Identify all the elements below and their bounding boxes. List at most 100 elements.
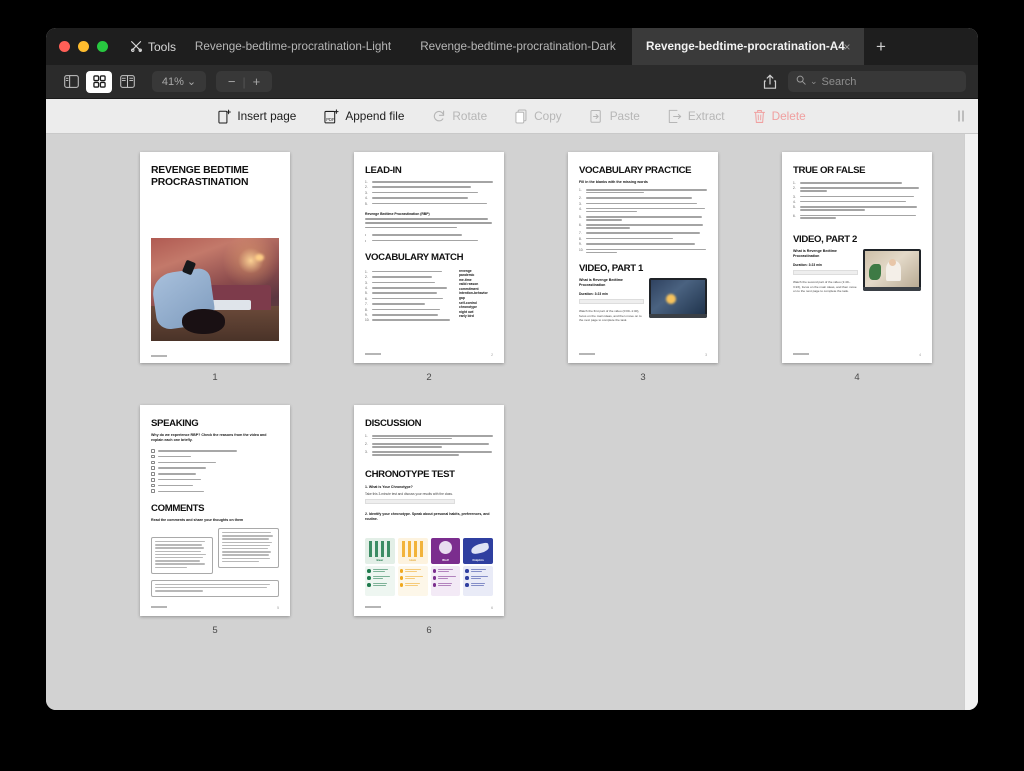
- comment-box: [151, 537, 213, 574]
- rotate-icon: [432, 109, 446, 123]
- page-thumbnail-6[interactable]: DISCUSSION 1. 2. 3. CHRONOTYPE TEST 1. W…: [354, 405, 504, 616]
- comment-box: [151, 579, 279, 598]
- tab-bar: Tools Revenge-bedtime-procratination-Lig…: [46, 28, 978, 65]
- page-thumbnail-3[interactable]: VOCABULARY PRACTICE Fill in the blanks w…: [568, 152, 718, 363]
- page-thumbnail-4[interactable]: TRUE OR FALSE 1. 2. 3. 4. 5. 6. VIDEO, P…: [782, 152, 932, 363]
- append-file-button[interactable]: PDF Append file: [310, 99, 418, 134]
- search-placeholder: Search: [821, 75, 857, 88]
- section-heading: TRUE OR FALSE: [793, 165, 866, 176]
- grid-view-icon[interactable]: [86, 70, 112, 93]
- copy-button[interactable]: Copy: [501, 99, 576, 134]
- paste-label: Paste: [609, 109, 640, 123]
- minimize-window-button[interactable]: [78, 41, 89, 52]
- extract-label: Extract: [687, 109, 725, 123]
- tools-icon: [130, 40, 143, 53]
- zoom-in-button[interactable]: +: [253, 74, 261, 89]
- app-window: Tools Revenge-bedtime-procratination-Lig…: [46, 28, 978, 710]
- page-content-6: DISCUSSION 1. 2. 3. CHRONOTYPE TEST 1. W…: [365, 418, 493, 610]
- rotate-label: Rotate: [452, 109, 488, 123]
- rotate-button[interactable]: Rotate: [418, 99, 501, 134]
- tools-button[interactable]: Tools: [124, 28, 182, 65]
- page-action-bar: Insert page PDF Append file Rotate Copy …: [46, 99, 978, 134]
- section-heading: LEAD-IN: [365, 165, 402, 176]
- search-dropdown-caret[interactable]: ⌄: [810, 76, 818, 87]
- section-heading: SPEAKING: [151, 418, 199, 429]
- copy-icon: [515, 108, 528, 124]
- tab-label: Revenge-bedtime-procratination-A4: [646, 40, 845, 53]
- video-title: What is Revenge Bedtime Procrastination: [579, 278, 623, 288]
- extract-button[interactable]: Extract: [654, 99, 739, 134]
- tab-light[interactable]: Revenge-bedtime-procratination-Light: [182, 28, 404, 65]
- page-number-label: 3: [640, 372, 646, 383]
- page-footer: 6: [365, 606, 493, 610]
- chronotype-cards: Bear Lion Wolf Dolphin: [365, 538, 493, 596]
- vertical-scrollbar[interactable]: [964, 134, 978, 710]
- page-number-label: 4: [854, 372, 860, 383]
- new-tab-button[interactable]: +: [864, 28, 898, 65]
- page-content-2: LEAD-IN 1. 2. 3. 4. 5. Revenge Bedtime P…: [365, 165, 493, 357]
- split-view-icon[interactable]: [114, 71, 140, 93]
- delete-button[interactable]: Delete: [739, 99, 820, 134]
- copy-label: Copy: [534, 109, 562, 123]
- page-cell: LEAD-IN 1. 2. 3. 4. 5. Revenge Bedtime P…: [322, 152, 536, 383]
- page-cell: SPEAKING Why do we experience RBP? Check…: [108, 405, 322, 636]
- maximize-window-button[interactable]: [97, 41, 108, 52]
- page-number-label: 5: [212, 625, 218, 636]
- page-cell: VOCABULARY PRACTICE Fill in the blanks w…: [536, 152, 750, 383]
- tab-label: Revenge-bedtime-procratination-Light: [194, 40, 392, 53]
- insert-page-label: Insert page: [237, 109, 297, 123]
- page-thumbnail-canvas[interactable]: REVENGE BEDTIME PROCRASTINATION 1 LEAD-I…: [46, 134, 978, 710]
- chevron-down-icon: ⌄: [186, 76, 197, 88]
- chronotype-label: Lion: [409, 558, 416, 562]
- traffic-lights: [46, 41, 124, 52]
- tab-label: Revenge-bedtime-procratination-Dark: [420, 40, 616, 53]
- close-icon[interactable]: ×: [840, 40, 854, 54]
- page-thumbnail-5[interactable]: SPEAKING Why do we experience RBP? Check…: [140, 405, 290, 616]
- share-icon[interactable]: [758, 71, 782, 93]
- append-file-icon: PDF: [324, 108, 339, 124]
- sub-question-1-text: Take this 3-minute test and discuss your…: [365, 492, 453, 497]
- paste-icon: [590, 109, 604, 124]
- chronotype-card-bear: Bear: [365, 538, 395, 596]
- video-thumbnail: [863, 249, 921, 292]
- video-task: Watch the second part of the video (1:40…: [793, 280, 857, 294]
- section-heading: COMMENTS: [151, 503, 205, 515]
- zoom-level-value: 41%: [161, 75, 184, 88]
- instruction-text: Why do we experience RBP? Check the reas…: [151, 433, 267, 442]
- tab-a4-active[interactable]: Revenge-bedtime-procratination-A4 ×: [632, 28, 865, 65]
- page-thumbnail-1[interactable]: REVENGE BEDTIME PROCRASTINATION: [140, 152, 290, 363]
- append-file-label: Append file: [345, 109, 405, 123]
- vocabulary-word-list: revenge pandemic me-time valid reason co…: [459, 268, 488, 319]
- sidebar-icon[interactable]: [58, 71, 84, 93]
- page-content-5: SPEAKING Why do we experience RBP? Check…: [140, 405, 290, 616]
- chronotype-card-lion: Lion: [397, 538, 428, 596]
- tools-label: Tools: [148, 39, 177, 54]
- svg-text:PDF: PDF: [327, 117, 336, 122]
- page-footer: 4: [793, 353, 921, 357]
- checkbox-list[interactable]: [151, 449, 279, 494]
- resize-grip[interactable]: [958, 110, 964, 122]
- section-heading: CHRONOTYPE TEST: [365, 469, 455, 481]
- zoom-out-button[interactable]: −: [228, 74, 236, 89]
- close-window-button[interactable]: [59, 41, 70, 52]
- paste-button[interactable]: Paste: [576, 99, 654, 134]
- sub-question-1: 1. What is Your Chronotype?: [365, 485, 413, 490]
- zoom-level-dropdown[interactable]: 41% ⌄: [152, 71, 206, 92]
- delete-label: Delete: [771, 109, 806, 123]
- section-heading: DISCUSSION: [365, 418, 422, 429]
- section-heading: VOCABULARY MATCH: [365, 251, 464, 263]
- video-thumbnail: [649, 278, 707, 319]
- chronotype-label: Dolphin: [472, 558, 484, 562]
- chronotype-card-wolf: Wolf: [430, 538, 461, 596]
- search-input[interactable]: ⌄ Search: [788, 71, 966, 92]
- insert-page-button[interactable]: Insert page: [204, 99, 310, 134]
- page-thumbnail-2[interactable]: LEAD-IN 1. 2. 3. 4. 5. Revenge Bedtime P…: [354, 152, 504, 363]
- section-heading: VIDEO, PART 2: [793, 234, 858, 246]
- instruction-text: Fill in the blanks with the missing word…: [579, 180, 648, 184]
- definition-term: Revenge Bedtime Procrastination (RBP): [365, 211, 430, 216]
- video-duration: Duration: 3:23 min: [793, 263, 822, 268]
- tab-dark[interactable]: Revenge-bedtime-procratination-Dark: [404, 28, 632, 65]
- trash-icon: [753, 109, 766, 124]
- page-number-label: 2: [426, 372, 432, 383]
- zoom-stepper[interactable]: − | +: [216, 71, 272, 92]
